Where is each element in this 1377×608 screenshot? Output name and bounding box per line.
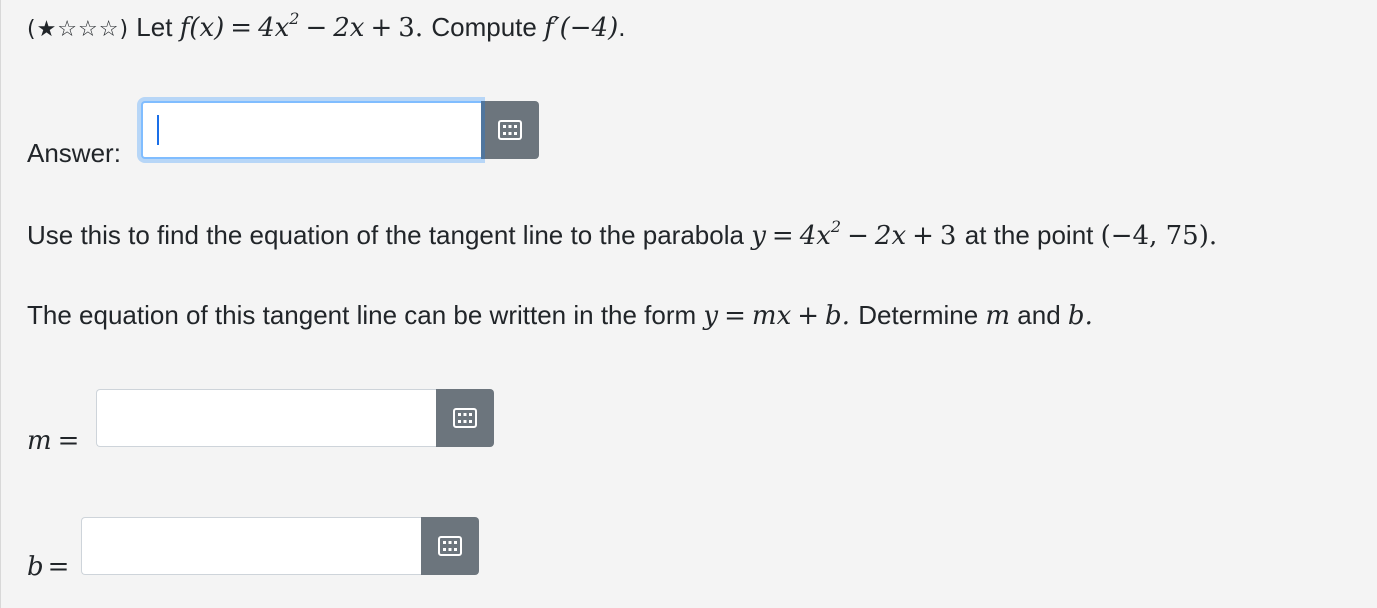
question-text: (★☆☆☆) Let f(x) = 4x2−2x +3. Compute f′(−4)… <box>27 9 626 43</box>
function-expression: f(x) = 4x2−2x +3. <box>179 9 424 43</box>
keyboard-icon <box>453 408 477 428</box>
b-input[interactable] <box>81 517 421 575</box>
form-prompt: The equation of this tangent line can be… <box>27 300 1093 331</box>
compute-word: Compute <box>431 12 537 42</box>
derivative-expression: f′(−4) <box>544 13 619 43</box>
line-form-expression: y = mx + b. <box>703 301 850 331</box>
b-input-group <box>81 517 479 575</box>
answer-label: Answer: <box>27 138 121 168</box>
m-label: m = <box>27 426 80 456</box>
parabola-expression: y = 4x2−2x +3 <box>751 217 957 251</box>
m-keyboard-button[interactable] <box>436 389 494 447</box>
difficulty-stars: (★☆☆☆) <box>27 17 130 42</box>
m-input-group <box>96 389 494 447</box>
point-expression: (−4, 75). <box>1100 221 1218 251</box>
text-caret <box>157 115 159 145</box>
answer-input[interactable] <box>141 101 481 159</box>
answer-keyboard-button[interactable] <box>481 101 539 159</box>
b-keyboard-button[interactable] <box>421 517 479 575</box>
answer-input-group <box>141 101 539 159</box>
keyboard-icon <box>498 120 522 140</box>
keyboard-icon <box>438 536 462 556</box>
m-input[interactable] <box>96 389 436 447</box>
b-label: b = <box>27 552 70 582</box>
tangent-prompt: Use this to find the equation of the tan… <box>27 217 1218 251</box>
let-word: Let <box>136 12 173 42</box>
